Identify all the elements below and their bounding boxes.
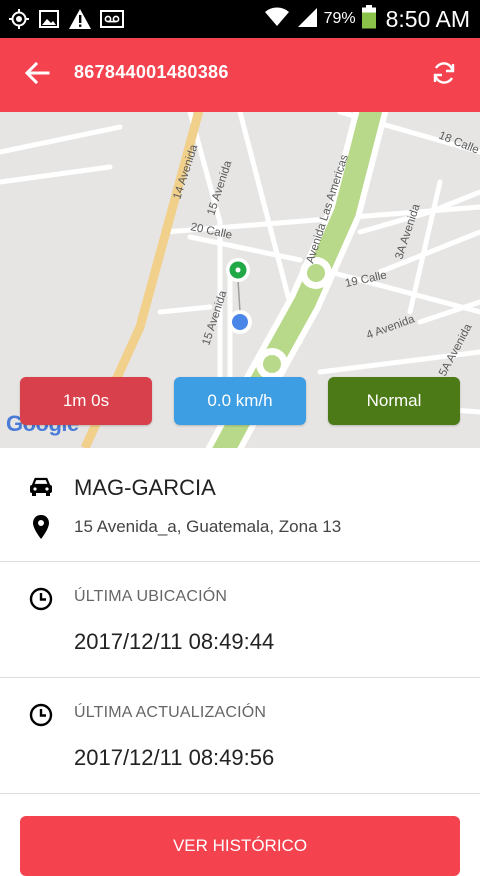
location-pin-icon — [28, 514, 54, 540]
divider — [0, 561, 480, 562]
current-location-dot — [232, 314, 248, 330]
vehicle-address: 15 Avenida_a, Guatemala, Zona 13 — [74, 517, 342, 536]
clock-icon — [28, 702, 54, 728]
app-bar: 867844001480386 — [0, 38, 480, 112]
view-history-button[interactable]: VER HISTÓRICO — [20, 816, 460, 876]
status-pill: Normal — [328, 377, 460, 425]
divider — [0, 677, 480, 678]
map-view[interactable]: 18 Calle 14 Avenida 15 Avenida 20 Calle … — [0, 112, 480, 448]
street-label: 15 Avenida — [200, 289, 229, 347]
street-label: 18 Calle — [437, 130, 480, 157]
battery-percent: 79% — [323, 10, 356, 27]
voicemail-icon — [100, 8, 124, 30]
refresh-icon — [431, 60, 457, 91]
last-update-label: ÚLTIMA ACTUALIZACIÓN — [74, 704, 267, 721]
status-bar-notifications — [8, 6, 124, 32]
street-label: 4 Avenida — [365, 313, 417, 342]
elapsed-time-pill: 1m 0s — [20, 377, 152, 425]
street-label: 14 Avenida — [171, 143, 200, 201]
street-label: 5A Avenida — [437, 322, 475, 379]
arrow-back-icon — [24, 60, 50, 91]
clock-icon — [28, 586, 54, 612]
divider — [0, 793, 480, 794]
refresh-button[interactable] — [426, 57, 462, 93]
status-bar: 79% 8:50 AM — [0, 0, 480, 38]
gps-icon — [8, 8, 30, 30]
wifi-icon — [264, 6, 290, 33]
last-location-time: 2017/12/11 08:49:44 — [74, 629, 275, 654]
warning-icon — [68, 8, 92, 30]
clock: 8:50 AM — [385, 5, 470, 32]
back-button[interactable] — [20, 58, 54, 92]
battery-icon — [361, 4, 376, 34]
car-icon — [28, 474, 54, 500]
last-location-label: ÚLTIMA UBICACIÓN — [74, 588, 228, 605]
last-update-time: 2017/12/11 08:49:56 — [74, 745, 275, 770]
street-label: 3A Avenida — [393, 202, 422, 261]
status-bar-system: 79% 8:50 AM — [264, 0, 470, 38]
speed-pill: 0.0 km/h — [174, 377, 306, 425]
image-icon — [38, 8, 60, 30]
signal-icon — [296, 6, 318, 33]
vehicle-name: MAG-GARCIA — [74, 475, 216, 500]
device-id-title: 867844001480386 — [74, 62, 229, 82]
